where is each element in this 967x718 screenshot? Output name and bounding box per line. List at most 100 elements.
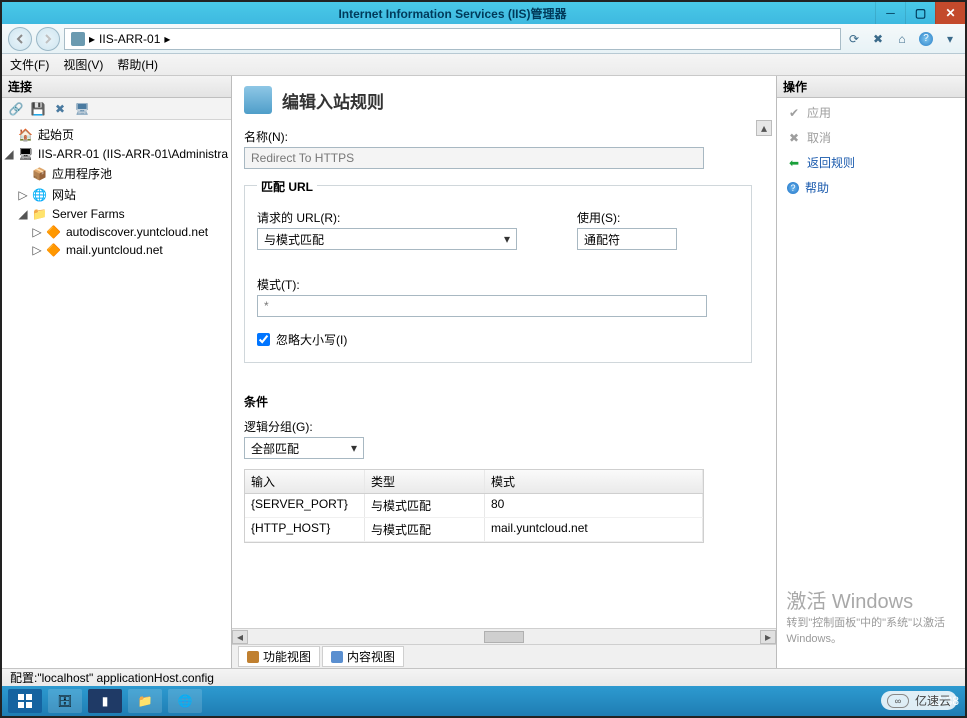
logical-grouping-select[interactable]: 全部匹配 ▾: [244, 437, 364, 459]
tree-farm-autodiscover[interactable]: ▷🔶 autodiscover.yuntcloud.net: [4, 223, 229, 241]
taskbar-iis-manager[interactable]: 🌐: [168, 689, 202, 713]
tree-start-page[interactable]: 🏠 起始页: [4, 124, 229, 145]
tree-sites[interactable]: ▷🌐 网站: [4, 184, 229, 205]
help-icon: ?: [787, 182, 799, 194]
brand-text: 亿速云: [915, 692, 951, 709]
table-row[interactable]: {HTTP_HOST} 与模式匹配 mail.yuntcloud.net: [245, 518, 703, 542]
match-url-legend: 匹配 URL: [257, 178, 317, 195]
startpage-icon: 🏠: [18, 128, 34, 142]
tab-content-view[interactable]: 内容视图: [322, 646, 404, 667]
tree-label: mail.yuntcloud.net: [66, 243, 163, 257]
sites-icon: 🌐: [32, 188, 48, 202]
connect-icon[interactable]: 🔗: [8, 101, 24, 117]
requested-url-select[interactable]: 与模式匹配 ▾: [257, 228, 517, 250]
horizontal-scrollbar[interactable]: ◂ ▸: [232, 628, 776, 644]
tree-label: autodiscover.yuntcloud.net: [66, 225, 208, 239]
action-help[interactable]: ? 帮助: [787, 179, 955, 196]
rule-icon: [244, 86, 272, 114]
breadcrumb-path: IIS-ARR-01: [99, 32, 160, 46]
refresh-tree-icon[interactable]: 🖥: [74, 101, 90, 117]
maximize-button[interactable]: ▢: [905, 2, 935, 24]
menu-bar: 文件(F) 视图(V) 帮助(H): [2, 54, 965, 76]
tree-server-node[interactable]: ◢🖥 IIS-ARR-01 (IIS-ARR-01\Administra: [4, 145, 229, 163]
minimize-button[interactable]: ─: [875, 2, 905, 24]
scroll-right-button[interactable]: ▸: [760, 630, 776, 644]
tree-label: Server Farms: [52, 207, 125, 221]
ignore-case-label: 忽略大小写(I): [276, 331, 347, 348]
actions-header: 操作: [777, 76, 965, 98]
using-select[interactable]: 通配符: [577, 228, 677, 250]
refresh-icon[interactable]: ⟳: [845, 30, 863, 48]
cell-pattern: mail.yuntcloud.net: [485, 518, 703, 541]
action-back-to-rules[interactable]: ⬅ 返回规则: [787, 154, 955, 171]
conditions-header: 条件: [244, 393, 752, 410]
start-button[interactable]: [8, 689, 42, 713]
tree-server-farms[interactable]: ◢📁 Server Farms: [4, 205, 229, 223]
home-icon[interactable]: ⌂: [893, 30, 911, 48]
tree-farm-mail[interactable]: ▷🔶 mail.yuntcloud.net: [4, 241, 229, 259]
stop-icon[interactable]: ✖: [869, 30, 887, 48]
col-pattern[interactable]: 模式: [485, 470, 703, 493]
form-area: ▴ 名称(N): 匹配 URL 请求的 URL(R): 与模式匹配 ▾ 使用(S…: [232, 120, 776, 628]
breadcrumb-sep: ▸: [89, 32, 95, 46]
menu-view[interactable]: 视图(V): [63, 56, 103, 73]
nav-back-button[interactable]: [8, 27, 32, 51]
match-url-fieldset: 匹配 URL 请求的 URL(R): 与模式匹配 ▾ 使用(S): 通配符: [244, 185, 752, 363]
close-button[interactable]: ✕: [935, 2, 965, 24]
delete-icon[interactable]: ✖: [52, 101, 68, 117]
cell-input: {HTTP_HOST}: [245, 518, 365, 541]
taskbar-server-manager[interactable]: 🗄: [48, 689, 82, 713]
col-input[interactable]: 输入: [245, 470, 365, 493]
select-value: 通配符: [584, 231, 620, 248]
breadcrumb-sep: ▸: [164, 32, 170, 46]
farms-icon: 📁: [32, 207, 48, 221]
connections-panel: 连接 🔗 💾 ✖ 🖥 🏠 起始页 ◢🖥 IIS-ARR-01 (IIS-ARR-…: [2, 76, 232, 668]
tab-features-view[interactable]: 功能视图: [238, 646, 320, 667]
action-label: 应用: [807, 104, 831, 121]
select-value: 全部匹配: [251, 440, 299, 457]
farm-icon: 🔶: [46, 243, 62, 257]
action-apply: ✔ 应用: [787, 104, 955, 121]
brand-badge: ∞ 亿速云: [881, 691, 957, 710]
status-bar: 配置:"localhost" applicationHost.config: [2, 668, 965, 686]
view-tab-strip: 功能视图 内容视图: [232, 644, 776, 668]
select-value: 与模式匹配: [264, 231, 324, 248]
chevron-down-icon: ▾: [351, 441, 357, 455]
conditions-table: 输入 类型 模式 {SERVER_PORT} 与模式匹配 80 {HTTP_HO…: [244, 469, 704, 543]
nav-forward-button[interactable]: [36, 27, 60, 51]
server-node-icon: 🖥: [18, 147, 34, 161]
nav-dropdown-icon[interactable]: ▾: [941, 30, 959, 48]
main-content: 编辑入站规则 ▴ 名称(N): 匹配 URL 请求的 URL(R): 与模式匹配…: [232, 76, 777, 668]
tab-label: 内容视图: [347, 648, 395, 665]
pattern-input[interactable]: [257, 295, 707, 317]
farm-icon: 🔶: [46, 225, 62, 239]
status-text: 配置:"localhost" applicationHost.config: [10, 669, 214, 686]
connections-tree: 🏠 起始页 ◢🖥 IIS-ARR-01 (IIS-ARR-01\Administ…: [2, 120, 231, 668]
save-icon[interactable]: 💾: [30, 101, 46, 117]
taskbar-explorer[interactable]: 📁: [128, 689, 162, 713]
cell-input: {SERVER_PORT}: [245, 494, 365, 517]
apply-icon: ✔: [787, 106, 801, 120]
window-title: Internet Information Services (IIS)管理器: [30, 5, 875, 22]
tree-app-pools[interactable]: 📦 应用程序池: [4, 163, 229, 184]
ignore-case-checkbox[interactable]: [257, 333, 270, 346]
menu-file[interactable]: 文件(F): [10, 56, 49, 73]
table-row[interactable]: {SERVER_PORT} 与模式匹配 80: [245, 494, 703, 518]
rule-name-input[interactable]: [244, 147, 704, 169]
scroll-thumb[interactable]: [484, 631, 524, 643]
col-type[interactable]: 类型: [365, 470, 485, 493]
breadcrumb[interactable]: ▸ IIS-ARR-01 ▸: [64, 28, 841, 50]
tree-label: IIS-ARR-01 (IIS-ARR-01\Administra: [38, 147, 228, 161]
pattern-label: 模式(T):: [257, 276, 739, 293]
tab-label: 功能视图: [263, 648, 311, 665]
page-title: 编辑入站规则: [282, 88, 384, 113]
server-icon: [71, 32, 85, 46]
taskbar-powershell[interactable]: ▮: [88, 689, 122, 713]
name-label: 名称(N):: [244, 128, 752, 145]
scroll-left-button[interactable]: ◂: [232, 630, 248, 644]
nav-help-icon[interactable]: ?: [917, 30, 935, 48]
action-label: 返回规则: [807, 154, 855, 171]
scroll-up-button[interactable]: ▴: [756, 120, 772, 136]
menu-help[interactable]: 帮助(H): [117, 56, 158, 73]
action-cancel: ✖ 取消: [787, 129, 955, 146]
